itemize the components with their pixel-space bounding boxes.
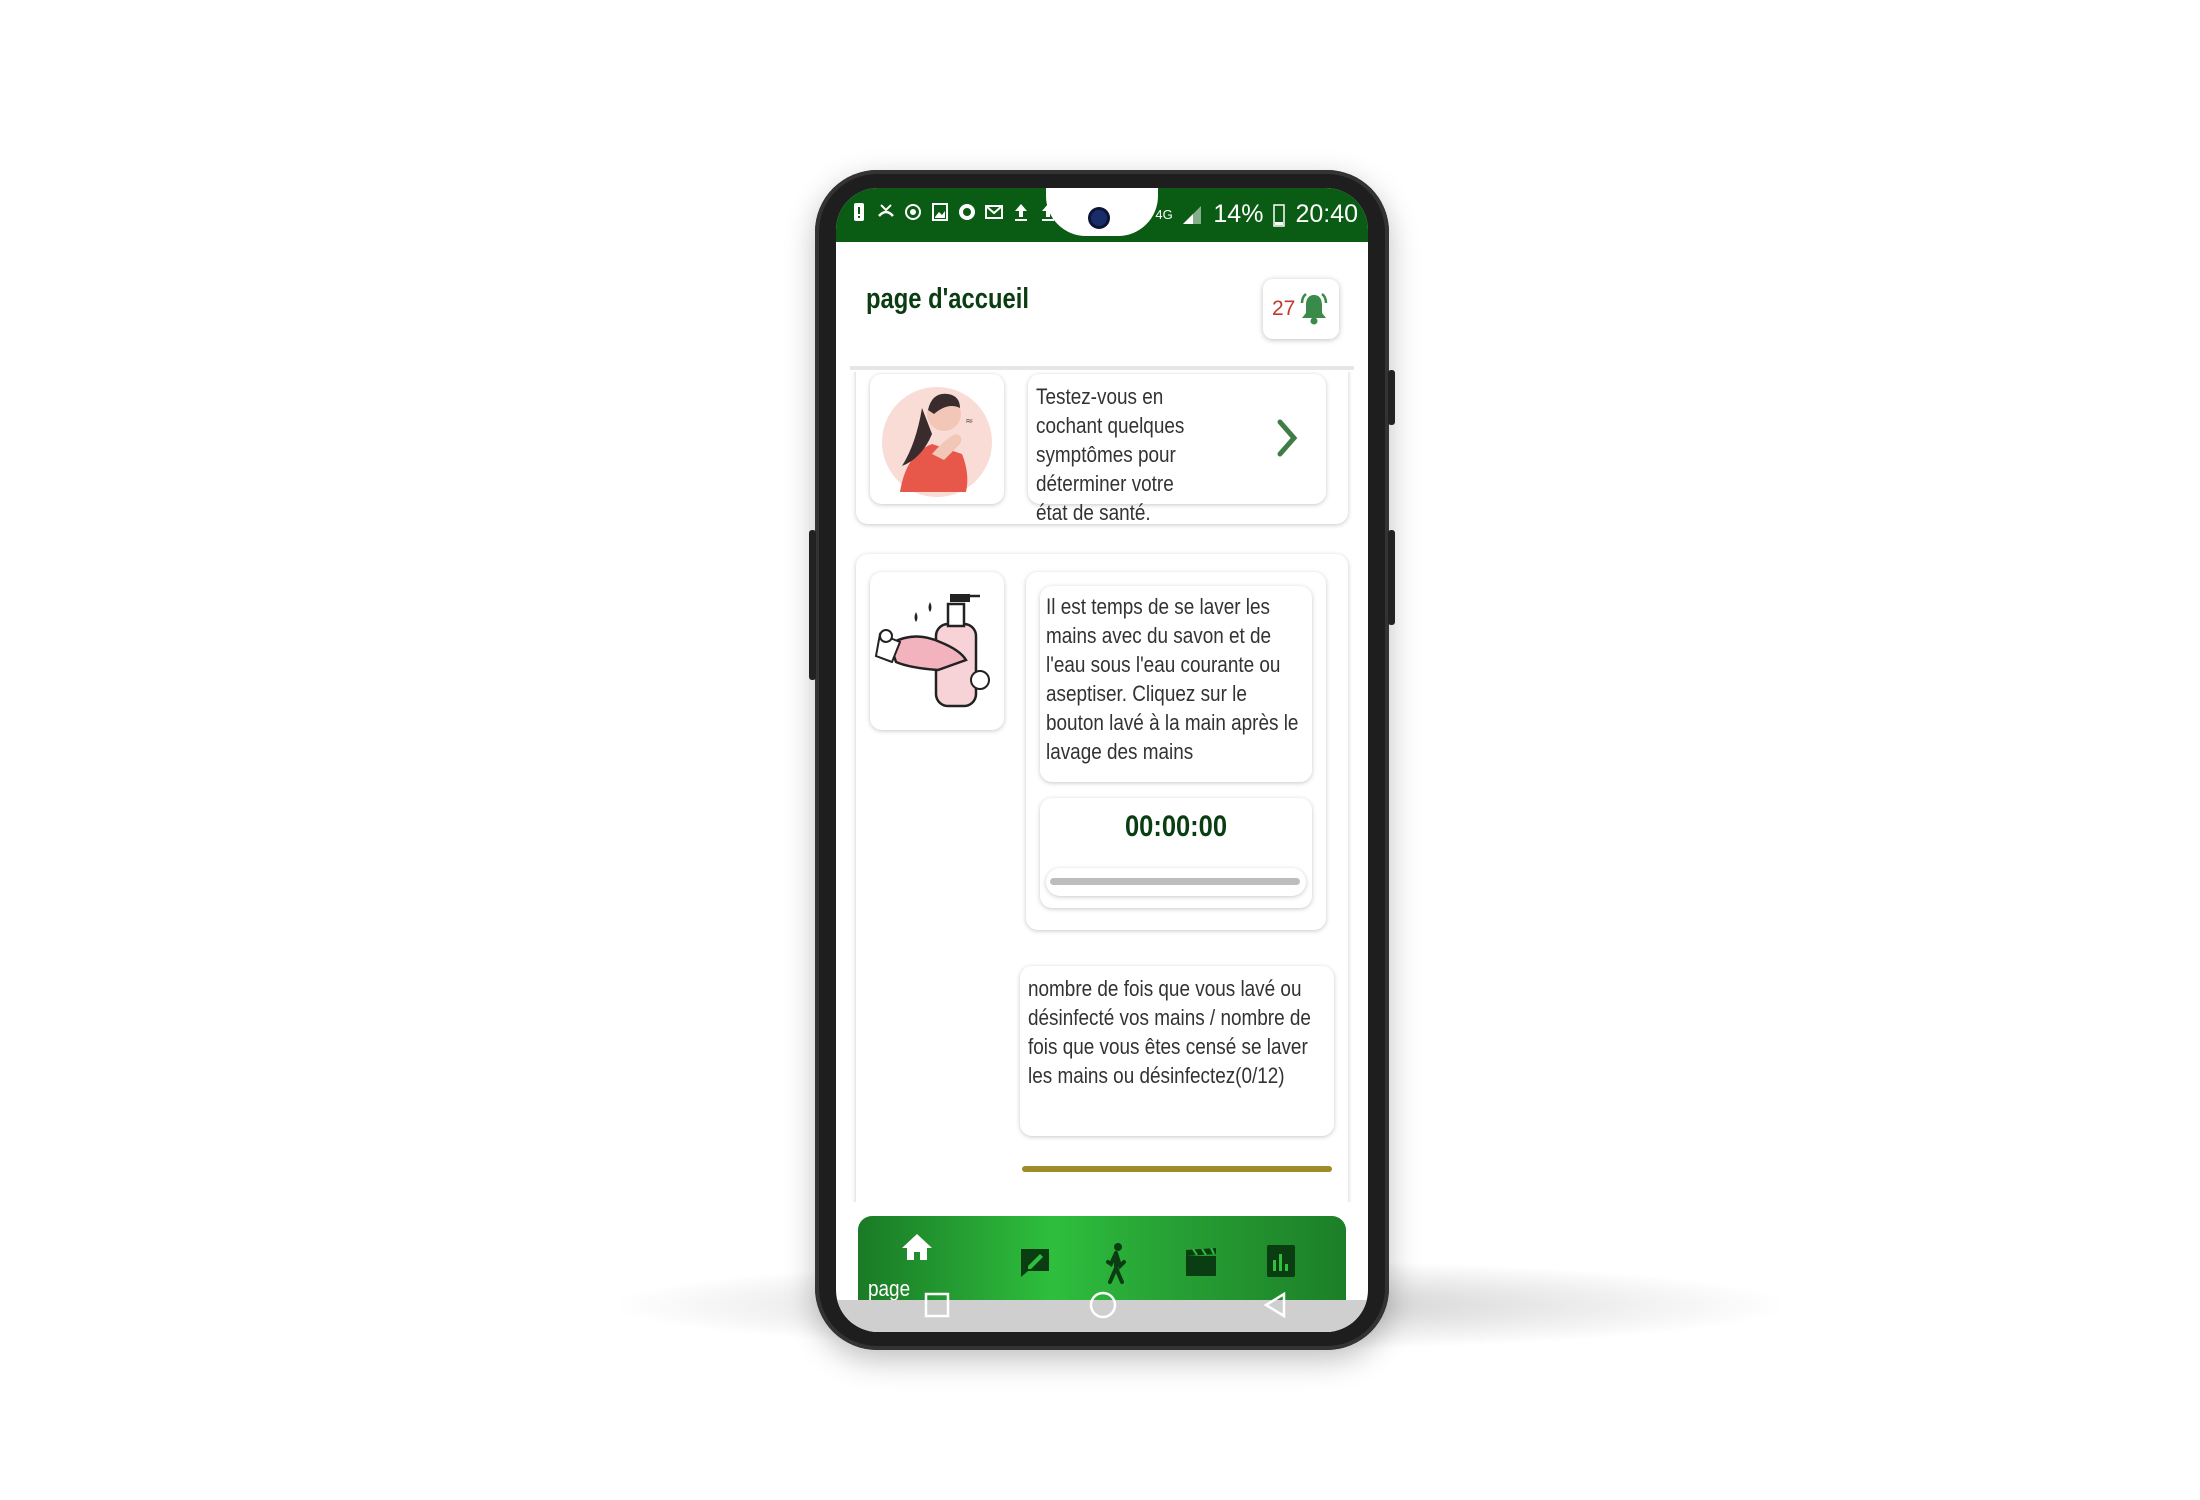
handwashing-soap-illustration [874, 594, 990, 708]
missed-call-icon [878, 204, 894, 217]
gallery-icon [932, 203, 948, 221]
bar-chart-icon[interactable] [1266, 1244, 1296, 1278]
next-card-edge [1022, 1166, 1332, 1172]
volume-button [809, 530, 816, 680]
network-type: 4G [1155, 206, 1173, 222]
back-triangle-icon[interactable] [1262, 1292, 1288, 1318]
power-button [1388, 530, 1395, 625]
clock: 20:40 [1295, 200, 1358, 228]
bixby-button [1388, 370, 1395, 425]
home-circle-icon[interactable] [1088, 1290, 1118, 1320]
symptom-image-box: ≈ [870, 374, 1004, 504]
wash-count-box: nombre de fois que vous lavé ou désinfec… [1020, 966, 1334, 1136]
handwash-instructions-text: Il est temps de se laver les mains avec … [1046, 594, 1299, 764]
notification-icons [850, 202, 1057, 222]
handwash-instructions-box: Il est temps de se laver les mains avec … [1040, 586, 1312, 782]
handwash-image-box [870, 572, 1004, 730]
recents-square-icon[interactable] [924, 1292, 950, 1318]
timer-box[interactable]: 00:00:00 [1040, 798, 1312, 908]
signal-icon [1183, 205, 1202, 224]
front-camera [1091, 210, 1107, 226]
status-bar: 4G 14% 20:40 [836, 188, 1368, 242]
battery-icon [1273, 203, 1286, 227]
sync-icon [905, 204, 921, 220]
notification-button[interactable]: 27 [1263, 279, 1339, 339]
symptom-card[interactable]: ≈ Testez-vous en cochant quelques symptô… [856, 372, 1348, 525]
wash-count-text: nombre de fois que vous lavé ou désinfec… [1028, 976, 1311, 1088]
walking-person-icon[interactable] [1104, 1242, 1130, 1284]
progress-bar [1050, 878, 1300, 885]
mail-icon [985, 205, 1003, 219]
clapperboard-icon[interactable] [1184, 1246, 1218, 1278]
main-content[interactable]: ≈ Testez-vous en cochant quelques symptô… [836, 372, 1368, 1202]
handwash-panel: Il est temps de se laver les mains avec … [1026, 572, 1326, 930]
bell-ringing-icon [1300, 293, 1328, 325]
timer-display: 00:00:00 [1124, 810, 1228, 843]
edit-note-icon[interactable] [1018, 1246, 1052, 1280]
progress-track [1046, 868, 1306, 896]
symptom-text-box: Testez-vous en cochant quelques symptôme… [1028, 374, 1326, 525]
home-icon [902, 1234, 932, 1260]
svg-text:≈: ≈ [965, 416, 973, 427]
chevron-right-icon[interactable] [1276, 418, 1298, 458]
handwash-card: Il est temps de se laver les mains avec … [856, 554, 1348, 1202]
notification-count: 27 [1272, 297, 1296, 320]
symptom-text: Testez-vous en cochant quelques symptôme… [1036, 384, 1185, 525]
phone-frame: 4G 14% 20:40 page d'accueil 27 ≈ Testez-… [809, 170, 1395, 1350]
phone-screen: 4G 14% 20:40 page d'accueil 27 ≈ Testez-… [836, 188, 1368, 1332]
whatsapp-icon [959, 204, 975, 220]
alert-icon [854, 203, 864, 221]
upload-icon [1015, 204, 1027, 221]
system-status: 4G 14% 20:40 [1131, 200, 1358, 229]
battery-percent: 14% [1213, 200, 1264, 228]
coughing-woman-illustration: ≈ [882, 387, 992, 497]
page-title: page d'accueil [866, 283, 1029, 315]
location-icon [1131, 203, 1146, 226]
header-divider [850, 366, 1354, 370]
